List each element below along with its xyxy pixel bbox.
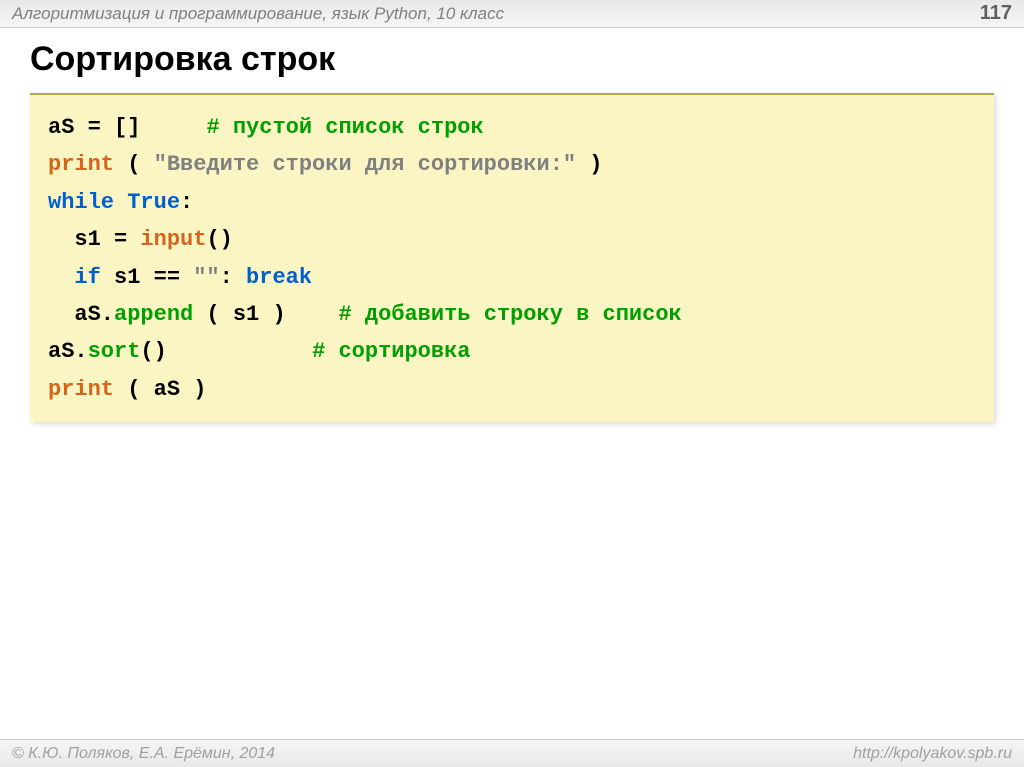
code-token: () [140,339,312,364]
code-token: aS. [48,302,114,327]
code-line-5: if s1 == "": break [48,259,976,296]
code-comment: # пустой список строк [206,115,483,140]
code-token [140,115,206,140]
code-func: print [48,152,114,177]
code-line-2: print ( "Введите строки для сортировки:"… [48,146,976,183]
code-keyword: break [246,265,312,290]
footer-copyright: © К.Ю. Поляков, Е.А. Ерёмин, 2014 [12,745,275,763]
code-token: : [220,265,246,290]
code-method: sort [88,339,141,364]
code-line-4: s1 = input() [48,221,976,258]
code-token: aS [48,115,74,140]
code-line-8: print ( aS ) [48,371,976,408]
code-string: "Введите строки для сортировки:" [154,152,576,177]
code-token: = [101,227,141,252]
code-token: ( [114,152,154,177]
code-token: ( s1 ) [193,302,338,327]
code-line-3: while True: [48,184,976,221]
code-func: print [48,377,114,402]
code-token [114,190,127,215]
code-token: = [74,115,114,140]
code-token: s1 [48,227,101,252]
code-comment: # добавить строку в список [338,302,681,327]
slide-footer: © К.Ю. Поляков, Е.А. Ерёмин, 2014 http:/… [0,739,1024,767]
footer-url: http://kpolyakov.spb.ru [853,745,1012,763]
slide-header: Алгоритмизация и программирование, язык … [0,0,1024,28]
code-token: () [206,227,232,252]
code-token: : [180,190,193,215]
page-number: 117 [980,2,1012,25]
code-line-1: aS = [] # пустой список строк [48,109,976,146]
code-method: append [114,302,193,327]
code-string: "" [193,265,219,290]
code-token: aS. [48,339,88,364]
code-keyword: while [48,190,114,215]
code-line-7: aS.sort() # сортировка [48,333,976,370]
code-line-6: aS.append ( s1 ) # добавить строку в спи… [48,296,976,333]
code-token [48,265,74,290]
code-token: ( aS ) [114,377,206,402]
code-block: aS = [] # пустой список строк print ( "В… [30,93,994,422]
slide-content: Сортировка строк aS = [] # пустой список… [0,28,1024,434]
code-func: input [140,227,206,252]
code-token: s1 [101,265,141,290]
header-title: Алгоритмизация и программирование, язык … [12,4,504,24]
section-title: Сортировка строк [30,40,994,79]
code-bool: True [127,190,180,215]
code-token: [] [114,115,140,140]
code-keyword: if [74,265,100,290]
code-token: == [140,265,193,290]
code-token: ) [576,152,602,177]
code-comment: # сортировка [312,339,470,364]
